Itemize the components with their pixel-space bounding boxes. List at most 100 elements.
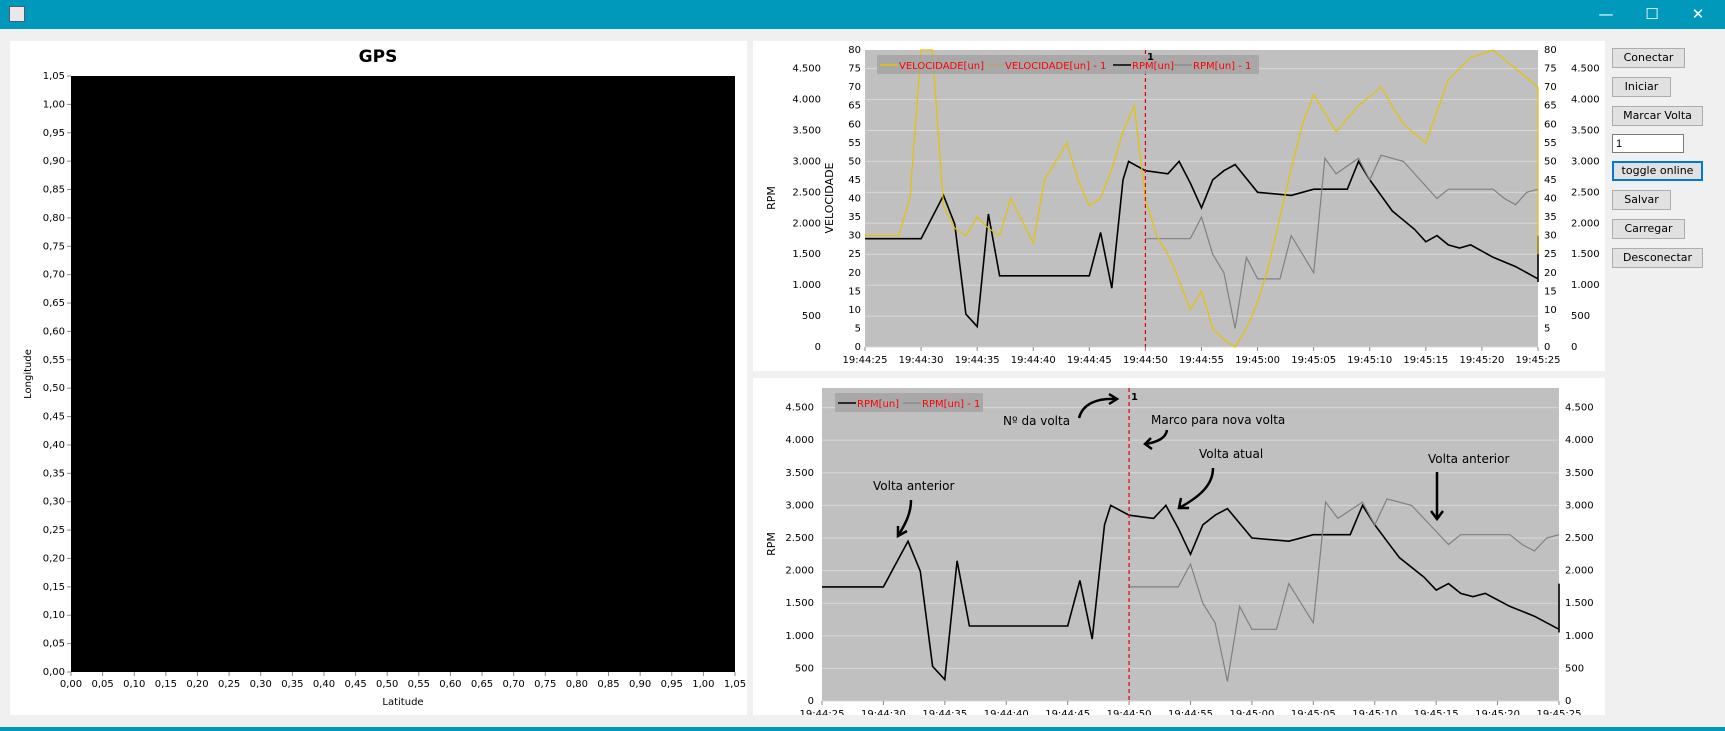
gps-ytick-label: 0,75 (43, 241, 65, 252)
top-lap-marker-label: 1 (1147, 52, 1154, 63)
rpm-tick-label-right: 2.500 (1571, 187, 1600, 198)
mark-lap-button[interactable]: Marcar Volta (1612, 106, 1703, 126)
time-tick-label: 19:44:30 (899, 355, 944, 366)
velocity-tick-label-right: 10 (1544, 305, 1557, 316)
gps-xtick-label: 0,05 (91, 679, 113, 690)
rpm-tick-label: 500 (802, 311, 821, 322)
velocity-tick-label: 40 (848, 194, 861, 205)
connect-button[interactable]: Conectar (1612, 48, 1685, 68)
legend-bottom-rpm-prev: RPM[un] - 1 (922, 399, 980, 410)
close-button[interactable]: ✕ (1675, 0, 1721, 29)
lap-number-input[interactable] (1612, 134, 1684, 153)
velocity-tick-label-right: 40 (1544, 194, 1557, 205)
rpm-tick-label: 1.500 (785, 598, 814, 609)
gps-xtick-label: 0,95 (661, 679, 683, 690)
velocity-tick-label-right: 5 (1544, 323, 1550, 334)
gps-xtick-label: 0,70 (503, 679, 525, 690)
velocity-tick-label-right: 70 (1544, 82, 1557, 93)
gps-ytick-label: 0,85 (43, 185, 65, 196)
time-tick-label: 19:44:25 (800, 709, 845, 715)
time-tick-label: 19:44:50 (1123, 355, 1168, 366)
gps-xtick-label: 1,00 (692, 679, 714, 690)
annotation-new-lap-marker: Marco para nova volta (1151, 413, 1285, 427)
time-tick-label: 19:45:00 (1235, 355, 1280, 366)
gps-ylabel: Longitude (23, 349, 34, 399)
gps-xtick-label: 0,40 (313, 679, 335, 690)
velocity-tick-label-right: 55 (1544, 138, 1557, 149)
rpm-tick-label: 2.500 (785, 533, 814, 544)
time-tick-label: 19:44:45 (1067, 355, 1112, 366)
velocity-tick-label: 60 (848, 119, 861, 130)
annotation-current-lap: Volta atual (1199, 447, 1263, 461)
rpm-tick-label: 2.000 (792, 218, 821, 229)
rpm-tick-label-right: 4.500 (1571, 64, 1600, 75)
gps-ytick-label: 0,50 (43, 383, 65, 394)
gps-ytick-label: 0,10 (43, 610, 65, 621)
maximize-button[interactable]: ☐ (1629, 0, 1675, 29)
velocity-tick-label: 35 (848, 212, 861, 223)
load-button[interactable]: Carregar (1612, 219, 1685, 239)
velocity-tick-label: 50 (848, 156, 861, 167)
save-button[interactable]: Salvar (1612, 190, 1671, 210)
window-bottom-border (0, 727, 1725, 731)
time-tick-label: 19:44:55 (1168, 709, 1213, 715)
rpm-tick-label: 3.000 (785, 500, 814, 511)
gps-xtick-label: 0,75 (534, 679, 556, 690)
bottom-lap-marker-label: 1 (1131, 392, 1138, 403)
legend-bottom-rpm: RPM[un] (857, 399, 899, 410)
velocity-tick-label-right: 65 (1544, 101, 1557, 112)
velocity-tick-label: 55 (848, 138, 861, 149)
time-tick-label: 19:45:10 (1347, 355, 1392, 366)
gps-xtick-label: 0,20 (186, 679, 208, 690)
gps-xtick-label: 0,80 (566, 679, 588, 690)
gps-xtick-label: 0,90 (629, 679, 651, 690)
gps-ytick-label: 0,35 (43, 468, 65, 479)
time-tick-label: 19:45:15 (1414, 709, 1459, 715)
bottom-legend: RPM[un] RPM[un] - 1 (835, 393, 983, 412)
time-tick-label: 19:45:20 (1459, 355, 1504, 366)
minimize-button[interactable]: — (1583, 0, 1629, 29)
gps-title: GPS (359, 47, 398, 67)
rpm-tick-label: 0 (808, 696, 814, 707)
gps-xtick-label: 0,45 (344, 679, 366, 690)
start-button[interactable]: Iniciar (1612, 77, 1671, 97)
toggle-online-button[interactable]: toggle online (1612, 161, 1703, 181)
rpm-tick-label: 3.500 (785, 468, 814, 479)
velocity-tick-label-right: 45 (1544, 175, 1557, 186)
time-tick-label: 19:45:25 (1516, 355, 1561, 366)
time-tick-label: 19:45:10 (1352, 709, 1397, 715)
gps-ytick-label: 0,60 (43, 326, 65, 337)
gps-ytick-label: 0,00 (43, 667, 65, 678)
velocity-tick-label: 15 (848, 286, 861, 297)
rpm-tick-label: 500 (795, 663, 814, 674)
velocity-tick-label-right: 25 (1544, 249, 1557, 260)
time-tick-label: 19:44:40 (1011, 355, 1056, 366)
gps-ytick-label: 0,45 (43, 412, 65, 423)
time-tick-label: 19:45:00 (1229, 709, 1274, 715)
rpm-tick-label: 4.500 (792, 64, 821, 75)
disconnect-button[interactable]: Desconectar (1612, 248, 1703, 268)
time-tick-label: 19:45:05 (1291, 355, 1336, 366)
velocity-tick-label: 25 (848, 249, 861, 260)
rpm-tick-label-right: 1.000 (1571, 280, 1600, 291)
gps-ytick-label: 1,00 (43, 99, 65, 110)
top-rpm-axis-label: RPM (765, 186, 778, 210)
gps-ytick-label: 0,25 (43, 525, 65, 536)
gps-xtick-label: 0,25 (218, 679, 240, 690)
velocity-tick-label-right: 20 (1544, 268, 1557, 279)
gps-ytick-label: 0,05 (43, 639, 65, 650)
rpm-tick-label-right: 4.000 (1571, 95, 1600, 106)
bottom-chart-panel: 4.500 4.000 3.500 3.000 2.500 2.000 1.500 1.000… (753, 378, 1605, 720)
gps-xtick-label: 0,35 (281, 679, 303, 690)
gps-xtick-label: 1,05 (724, 679, 746, 690)
rpm-tick-label-right: 3.500 (1571, 125, 1600, 136)
rpm-tick-label: 4.500 (785, 403, 814, 414)
velocity-tick-label: 30 (848, 231, 861, 242)
gps-xtick-label: 0,60 (439, 679, 461, 690)
time-tick-label: 19:44:25 (843, 355, 888, 366)
gps-ytick-label: 0,70 (43, 270, 65, 281)
velocity-tick-label: 75 (848, 64, 861, 75)
legend-velocidade: VELOCIDADE[un] (899, 61, 984, 72)
legend-rpm-prev: RPM[un] - 1 (1193, 61, 1251, 72)
gps-xtick-label: 0,50 (376, 679, 398, 690)
